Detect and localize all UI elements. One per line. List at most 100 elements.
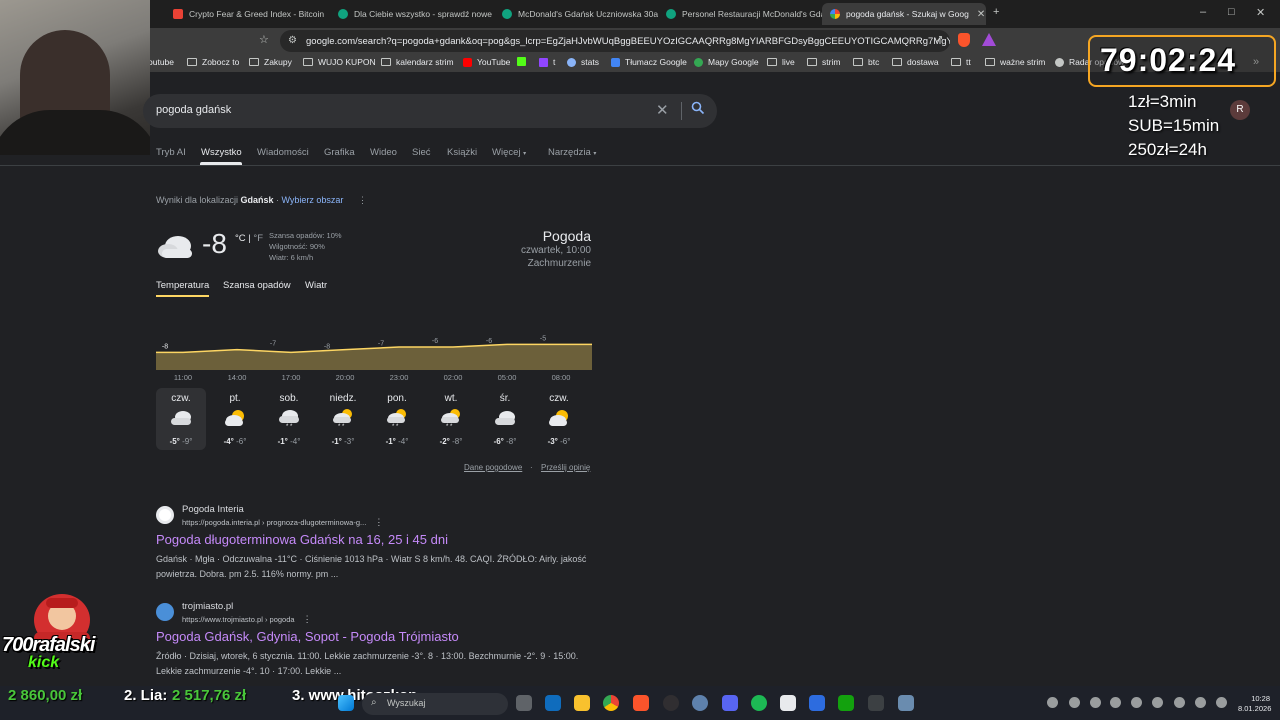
tab-tools[interactable]: Narzędzia ▾ — [548, 147, 596, 158]
choose-area-link[interactable]: Wybierz obszar — [281, 195, 343, 205]
bookmark-item[interactable]: Mapy Google — [694, 57, 759, 67]
tray-app-icon[interactable] — [1131, 697, 1142, 708]
tray-app-icon[interactable] — [1152, 697, 1163, 708]
bookmark-item[interactable]: Tłumacz Google — [611, 57, 687, 67]
app-icon[interactable] — [898, 695, 914, 711]
chevron-up-icon[interactable] — [1047, 697, 1058, 708]
tab-news[interactable]: Wiadomości — [257, 147, 309, 158]
bookmark-star-icon[interactable]: ☆ — [259, 33, 269, 46]
tab-more[interactable]: Więcej ▾ — [492, 147, 526, 158]
bookmark-item[interactable]: live — [767, 57, 795, 67]
result-url[interactable]: https://pogoda.interia.pl › prognoza-dlu… — [182, 517, 383, 528]
brave-rewards-icon[interactable] — [982, 33, 996, 46]
windows-start-icon[interactable] — [338, 695, 354, 711]
app-icon[interactable] — [692, 695, 708, 711]
bookmark-item[interactable]: YouTube — [463, 57, 510, 67]
network-icon[interactable] — [1195, 697, 1206, 708]
bookmark-item[interactable]: Zakupy — [249, 57, 292, 67]
browser-tab[interactable]: McDonald's Gdańsk Uczniowska 30a — [494, 3, 658, 25]
brave-icon[interactable] — [633, 695, 649, 711]
forecast-day[interactable]: czw. -5° -9° — [156, 388, 206, 450]
result-title[interactable]: Pogoda długoterminowa Gdańsk na 16, 25 i… — [156, 532, 448, 547]
subtab-precipitation[interactable]: Szansa opadów — [223, 280, 291, 291]
search-icon[interactable] — [691, 101, 705, 118]
site-info-icon[interactable]: ⚙ — [288, 35, 297, 46]
discord-icon[interactable] — [722, 695, 738, 711]
close-window-icon[interactable]: ✕ — [1256, 6, 1265, 19]
minimize-icon[interactable]: – — [1200, 6, 1206, 18]
chrome-icon[interactable] — [603, 695, 619, 711]
forecast-day[interactable]: śr. -6° -8° — [480, 388, 530, 450]
share-icon[interactable]: ↗ — [935, 34, 943, 45]
obs-icon[interactable] — [663, 695, 679, 711]
tab-all[interactable]: Wszystko — [201, 147, 242, 158]
bookmark-item[interactable]: kalendarz strim — [381, 57, 454, 67]
app-icon[interactable] — [838, 695, 854, 711]
new-tab-icon[interactable]: + — [993, 6, 999, 18]
tab-videos[interactable]: Wideo — [370, 147, 397, 158]
address-url: google.com/search?q=pogoda+gdank&oq=pog&… — [306, 35, 950, 47]
browser-tab[interactable]: Dla Ciebie wszystko - sprawdź nowe — [330, 3, 494, 25]
bookmark-item[interactable]: tt — [951, 57, 971, 67]
folder-icon — [807, 58, 817, 66]
bluetooth-icon[interactable] — [1090, 697, 1101, 708]
bookmark-item[interactable]: dostawa — [892, 57, 939, 67]
svg-text:* *: * * — [392, 424, 399, 428]
browser-tab[interactable]: Crypto Fear & Greed Index - Bitcoin — [165, 3, 329, 25]
subtab-temperature[interactable]: Temperatura — [156, 280, 209, 291]
bookmark-item[interactable]: outube — [148, 57, 174, 67]
app-icon[interactable] — [780, 695, 796, 711]
result-url[interactable]: https://www.trojmiasto.pl › pogoda ⋮ — [182, 614, 312, 625]
bookmark-item[interactable]: stats — [567, 57, 599, 67]
bookmark-item[interactable]: WUJO KUPON — [303, 57, 376, 67]
volume-icon[interactable] — [1216, 697, 1227, 708]
bookmark-item[interactable]: Zobocz to — [187, 57, 239, 67]
close-tab-icon[interactable]: ✕ — [977, 9, 985, 20]
steam-icon[interactable] — [1110, 697, 1121, 708]
tab-ai-mode[interactable]: Tryb AI — [156, 147, 186, 158]
weather-data-link[interactable]: Dane pogodowe — [464, 463, 522, 472]
clear-search-icon[interactable]: ✕ — [656, 101, 669, 119]
profile-avatar[interactable]: R — [1230, 100, 1250, 120]
forecast-day[interactable]: czw. -3° -6° — [534, 388, 584, 450]
taskbar-clock[interactable]: 10:28 8.01.2026 — [1238, 694, 1271, 714]
app-icon[interactable] — [868, 695, 884, 711]
result-site[interactable]: trojmiasto.pl — [182, 601, 233, 612]
microphone-icon[interactable] — [1174, 697, 1185, 708]
tab-books[interactable]: Książki — [447, 147, 477, 158]
clock-time: 10:28 — [1251, 694, 1270, 703]
forecast-day[interactable]: niedz. * * -1° -3° — [318, 388, 368, 450]
pen-icon[interactable] — [1069, 697, 1080, 708]
feedback-link[interactable]: Prześlij opinię — [541, 463, 590, 472]
spotify-icon[interactable] — [751, 695, 767, 711]
browser-tab[interactable]: Personel Restauracji McDonald's Gda — [658, 3, 822, 25]
bookmark-item[interactable]: btc — [853, 57, 879, 67]
forecast-day[interactable]: sob. * * -1° -4° — [264, 388, 314, 450]
more-options-icon: ⋮ — [374, 517, 384, 527]
unit-toggle[interactable]: °C | °F — [235, 233, 263, 244]
bookmark-item[interactable]: ważne strim — [985, 57, 1045, 67]
result-title[interactable]: Pogoda Gdańsk, Gdynia, Sopot - Pogoda Tr… — [156, 629, 459, 644]
photos-icon[interactable] — [545, 695, 561, 711]
search-box[interactable]: pogoda gdańsk ✕ — [143, 94, 717, 128]
bookmark-item[interactable] — [517, 57, 531, 66]
more-options-icon[interactable]: ⋮ — [358, 195, 367, 205]
maximize-icon[interactable]: □ — [1228, 6, 1235, 18]
subtab-wind[interactable]: Wiatr — [305, 280, 327, 291]
browser-tab-active[interactable]: pogoda gdańsk - Szukaj w Goog ✕ — [822, 3, 986, 25]
file-explorer-icon[interactable] — [574, 695, 590, 711]
search-input[interactable]: pogoda gdańsk — [156, 104, 231, 116]
forecast-day[interactable]: pon. * * -1° -4° — [372, 388, 422, 450]
brave-shield-icon[interactable] — [958, 33, 970, 47]
excel-icon[interactable] — [809, 695, 825, 711]
tab-web[interactable]: Sieć — [412, 147, 430, 158]
tab-images[interactable]: Grafika — [324, 147, 355, 158]
address-bar[interactable]: ⚙ google.com/search?q=pogoda+gdank&oq=po… — [280, 30, 950, 52]
forecast-day[interactable]: wt. * * -2° -8° — [426, 388, 476, 450]
result-site[interactable]: Pogoda Interia — [182, 504, 244, 515]
bookmark-item[interactable]: strim — [807, 57, 840, 67]
task-view-icon[interactable] — [516, 695, 532, 711]
taskbar-search[interactable]: ⌕ Wyszukaj — [362, 693, 508, 715]
bookmark-item[interactable]: t — [539, 57, 555, 67]
forecast-day[interactable]: pt. -4° -6° — [210, 388, 260, 450]
